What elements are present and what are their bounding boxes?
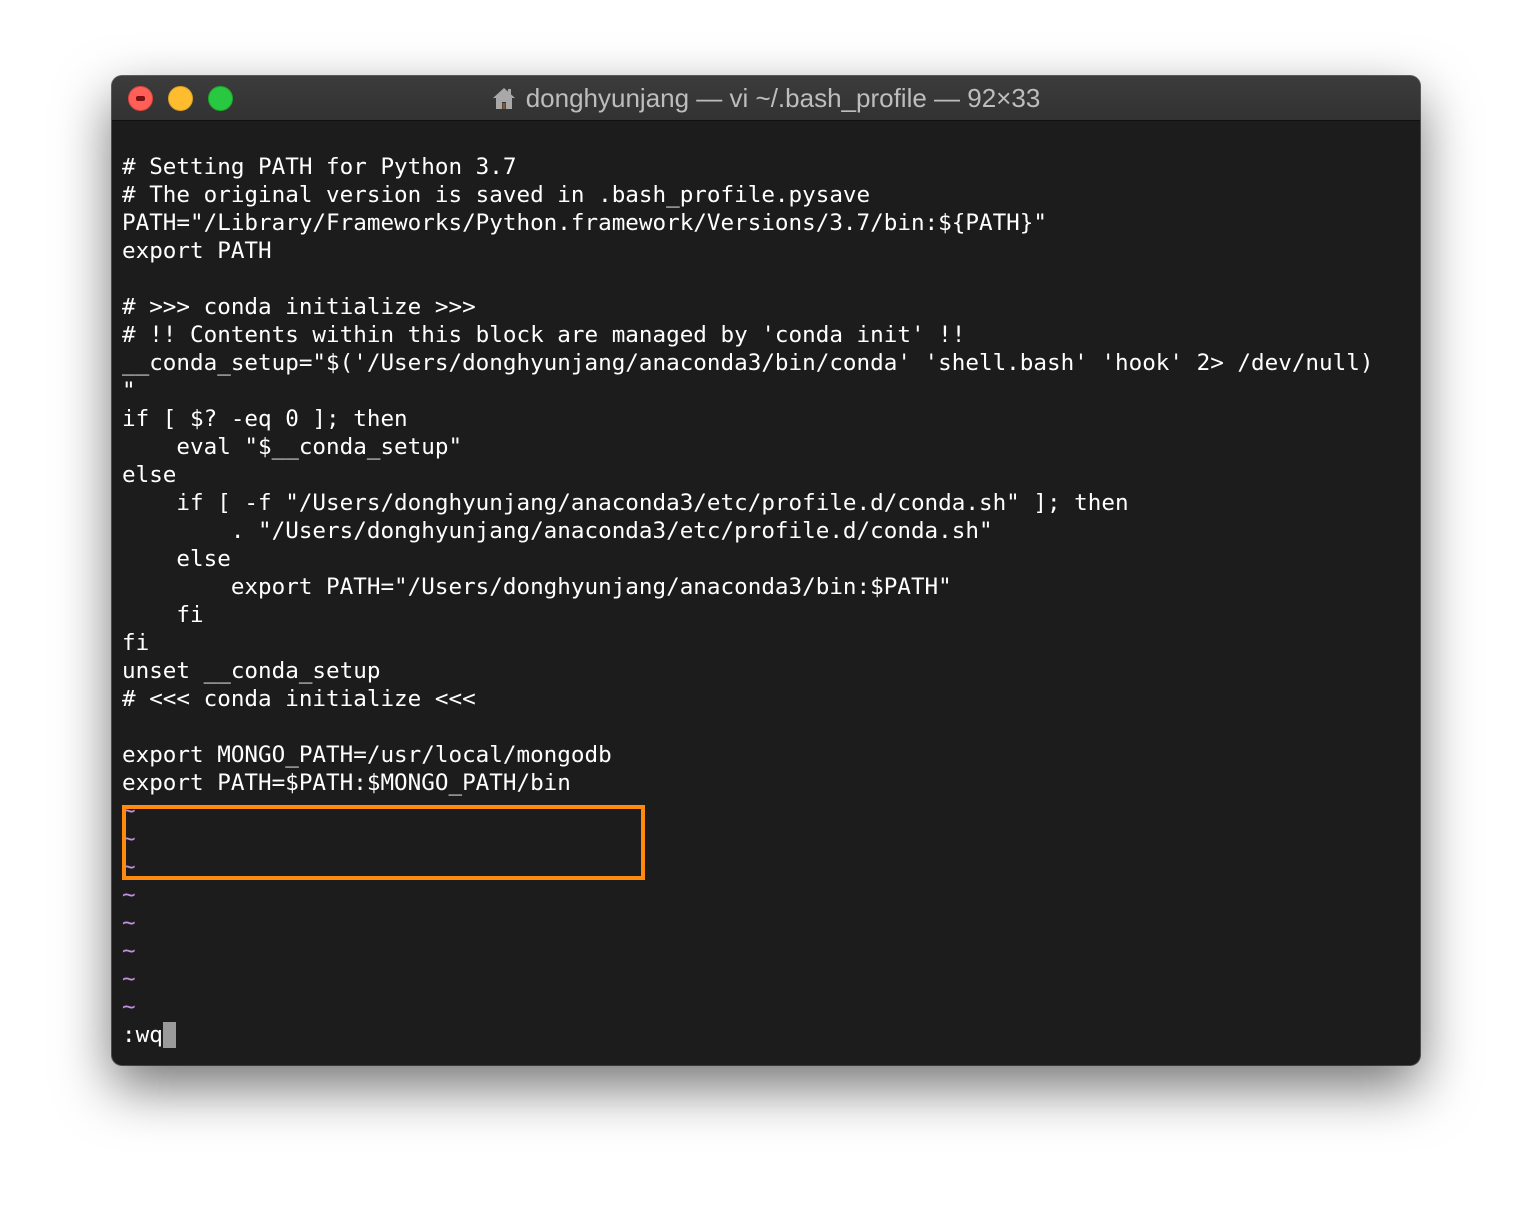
empty-line-marker: ~: [122, 910, 136, 936]
editor-line: unset __conda_setup: [122, 658, 381, 684]
highlight-box-mongo-exports: [122, 805, 645, 880]
editor-line: fi: [122, 602, 204, 628]
window-title-container: donghyunjang — vi ~/.bash_profile — 92×3…: [112, 76, 1420, 120]
editor-line: # >>> conda initialize >>>: [122, 294, 476, 320]
editor-buffer[interactable]: # Setting PATH for Python 3.7 # The orig…: [122, 153, 1412, 1049]
title-bar[interactable]: donghyunjang — vi ~/.bash_profile — 92×3…: [112, 76, 1420, 121]
editor-line: # !! Contents within this block are mana…: [122, 322, 966, 348]
editor-line: __conda_setup="$('/Users/donghyunjang/an…: [122, 350, 1374, 376]
editor-line: PATH="/Library/Frameworks/Python.framewo…: [122, 210, 1047, 236]
empty-line-marker: ~: [122, 938, 136, 964]
editor-line: else: [122, 546, 231, 572]
text-cursor: [162, 1022, 176, 1048]
editor-line: eval "$__conda_setup": [122, 434, 463, 460]
command-line[interactable]: :wq: [122, 1021, 1412, 1049]
empty-line-marker: ~: [122, 882, 136, 908]
empty-line-marker: ~: [122, 966, 136, 992]
editor-line: export PATH: [122, 238, 272, 264]
editor-line: export PATH="/Users/donghyunjang/anacond…: [122, 574, 952, 600]
editor-line: fi: [122, 630, 150, 656]
editor-line: if [ -f "/Users/donghyunjang/anaconda3/e…: [122, 490, 1129, 516]
home-icon: [492, 88, 515, 109]
editor-line: # <<< conda initialize <<<: [122, 686, 476, 712]
editor-line: export MONGO_PATH=/usr/local/mongodb: [122, 742, 612, 768]
editor-line: else: [122, 462, 177, 488]
editor-line: . "/Users/donghyunjang/anaconda3/etc/pro…: [122, 518, 993, 544]
window-title: donghyunjang — vi ~/.bash_profile — 92×3…: [525, 83, 1041, 113]
empty-line-marker: ~: [122, 994, 136, 1020]
editor-line: ": [122, 378, 136, 404]
command-text: :wq: [122, 1022, 163, 1048]
editor-line: # Setting PATH for Python 3.7: [122, 154, 517, 180]
terminal-window: donghyunjang — vi ~/.bash_profile — 92×3…: [112, 76, 1420, 1065]
editor-line: export PATH=$PATH:$MONGO_PATH/bin: [122, 770, 571, 796]
editor-line: # The original version is saved in .bash…: [122, 182, 871, 208]
editor-line: if [ $? -eq 0 ]; then: [122, 406, 408, 432]
